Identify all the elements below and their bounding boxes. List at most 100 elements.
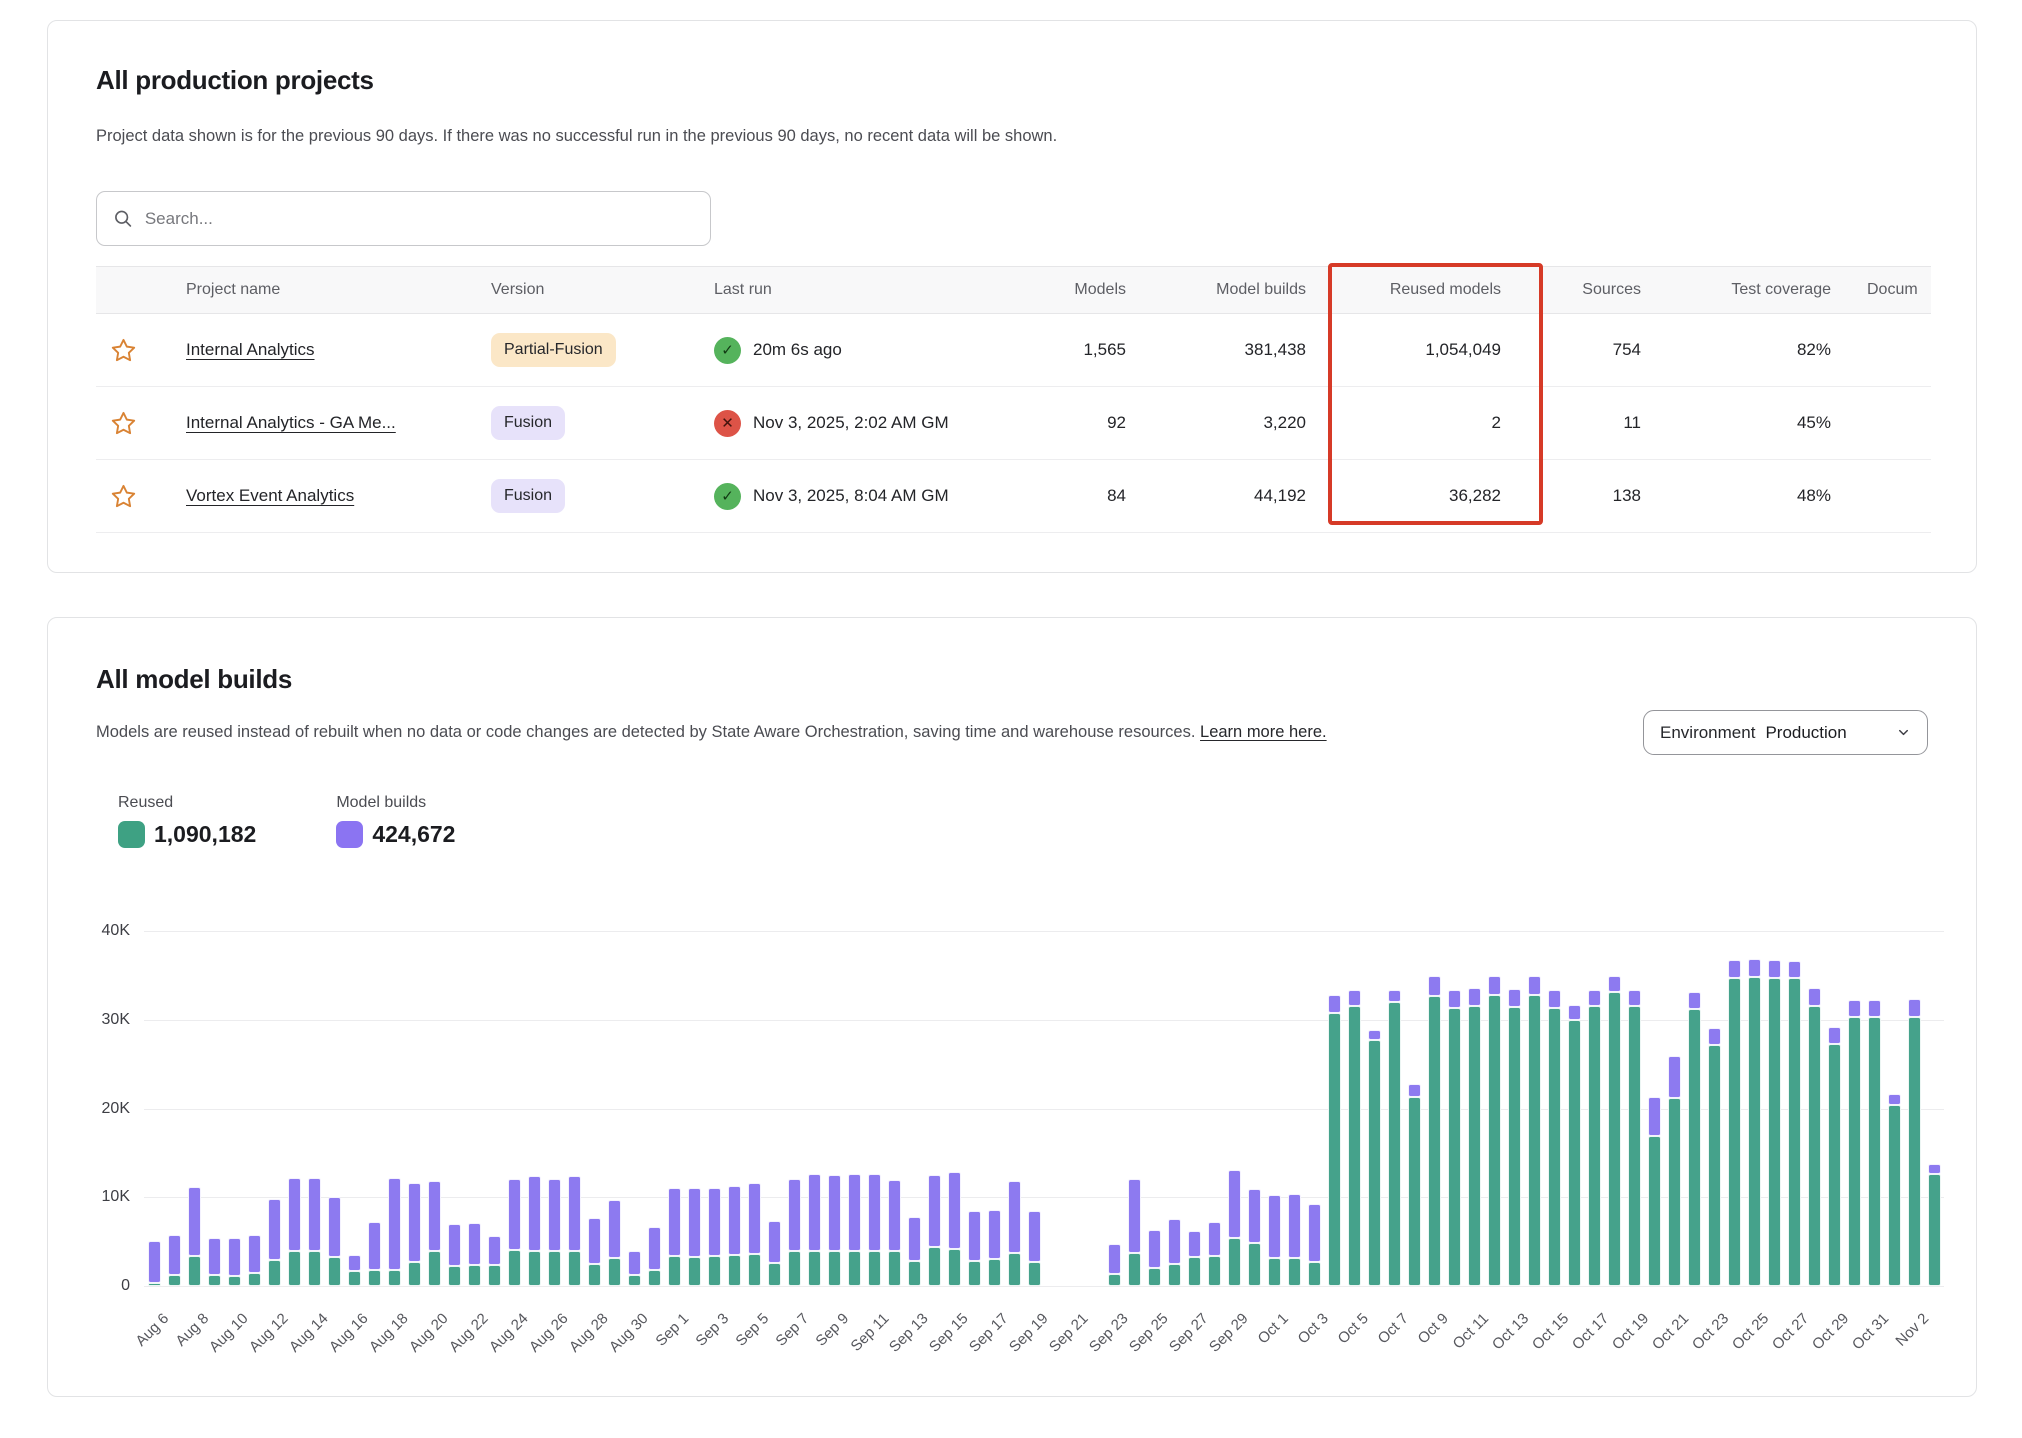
bar-model-builds [1928, 1164, 1941, 1174]
x-axis-tick: Sep 27 [1166, 1310, 1212, 1356]
bar-reused [1268, 1258, 1281, 1286]
bar-reused [1868, 1017, 1881, 1286]
sources-value: 138 [1501, 460, 1641, 532]
table-row[interactable]: Vortex Event AnalyticsFusion✓Nov 3, 2025… [96, 460, 1931, 533]
bar-model-builds [1188, 1231, 1201, 1257]
table-body: Internal AnalyticsPartial-Fusion✓20m 6s … [96, 314, 1931, 533]
favorite-star-button[interactable] [110, 337, 137, 364]
environment-select[interactable]: Environment Production [1643, 710, 1928, 755]
x-axis-tick: Sep 9 [812, 1310, 852, 1350]
learn-more-link[interactable]: Learn more here. [1200, 723, 1327, 741]
bar-model-builds [208, 1238, 221, 1275]
search-input[interactable] [145, 209, 694, 229]
y-axis-tick: 20K [70, 1100, 130, 1118]
bar-reused [848, 1251, 861, 1287]
x-axis-tick: Oct 23 [1689, 1310, 1732, 1353]
bar-model-builds [388, 1178, 401, 1270]
bar-model-builds [848, 1174, 861, 1250]
bar-model-builds [1608, 976, 1621, 992]
projects-card-subtitle: Project data shown is for the previous 9… [96, 127, 1057, 146]
bar-model-builds [148, 1241, 161, 1284]
bar-reused [1888, 1105, 1901, 1286]
bar-model-builds [788, 1179, 801, 1251]
chart-legend: Reused1,090,182 Model builds424,672 [118, 794, 455, 848]
legend-label: Model builds [336, 794, 455, 812]
bar-model-builds [888, 1180, 901, 1251]
bar-reused [608, 1258, 621, 1286]
bar-reused [1248, 1243, 1261, 1286]
bar-reused [388, 1270, 401, 1286]
search-box[interactable] [96, 191, 711, 246]
bar-reused [748, 1254, 761, 1286]
model-builds-value: 3,220 [1126, 387, 1306, 459]
bar-reused [728, 1255, 741, 1286]
bar-model-builds [1728, 960, 1741, 978]
legend-item-model-builds: Model builds424,672 [336, 794, 455, 848]
bar-reused [788, 1251, 801, 1287]
bar-model-builds [1468, 988, 1481, 1007]
project-name-link[interactable]: Vortex Event Analytics [186, 486, 354, 506]
bar-model-builds [1528, 976, 1541, 995]
bar-reused [1768, 978, 1781, 1286]
bar-reused [1188, 1257, 1201, 1286]
bar-reused [168, 1275, 181, 1286]
bar-model-builds [1568, 1005, 1581, 1020]
bar-reused [548, 1251, 561, 1286]
bar-reused [828, 1251, 841, 1286]
bar-model-builds [1148, 1230, 1161, 1268]
bar-model-builds [1448, 990, 1461, 1009]
sources-value: 754 [1501, 314, 1641, 386]
bar-model-builds [448, 1224, 461, 1267]
bar-model-builds [528, 1176, 541, 1251]
bar-model-builds [1388, 990, 1401, 1002]
success-check-icon: ✓ [714, 337, 741, 364]
table-row[interactable]: Internal Analytics - GA Me...Fusion✕Nov … [96, 387, 1931, 460]
sources-value: 11 [1501, 387, 1641, 459]
bar-model-builds [1708, 1028, 1721, 1045]
bar-model-builds [748, 1183, 761, 1254]
builds-card-title: All model builds [96, 664, 292, 695]
bar-reused [1008, 1253, 1021, 1286]
bar-model-builds [1008, 1181, 1021, 1253]
bar-model-builds [1248, 1189, 1261, 1243]
dashboard-page: All production projects Project data sho… [0, 0, 2022, 1438]
bar-model-builds [768, 1221, 781, 1263]
bar-model-builds [168, 1235, 181, 1275]
bar-model-builds [248, 1235, 261, 1273]
bar-model-builds [548, 1179, 561, 1252]
bar-reused [1328, 1013, 1341, 1286]
bar-model-builds [1828, 1027, 1841, 1044]
bar-reused [1588, 1006, 1601, 1286]
bar-model-builds [508, 1179, 521, 1250]
x-axis-tick: Sep 25 [1126, 1310, 1172, 1356]
bar-model-builds [1508, 989, 1521, 1008]
legend-item-reused: Reused1,090,182 [118, 794, 256, 848]
x-axis-tick: Sep 29 [1206, 1310, 1252, 1356]
bar-model-builds [1368, 1030, 1381, 1041]
x-axis-tick: Aug 28 [566, 1310, 612, 1356]
x-axis-tick: Oct 9 [1415, 1310, 1452, 1347]
x-axis-tick: Sep 17 [966, 1310, 1012, 1356]
bar-reused [1848, 1017, 1861, 1286]
search-icon [113, 208, 133, 229]
gridline: 0 [144, 1286, 1944, 1287]
x-axis-tick: Aug 16 [326, 1310, 372, 1356]
project-name-link[interactable]: Internal Analytics [186, 340, 315, 360]
bar-reused [668, 1256, 681, 1286]
success-check-icon: ✓ [714, 483, 741, 510]
bar-model-builds [1748, 959, 1761, 977]
bar-reused [428, 1251, 441, 1286]
x-axis-tick: Oct 31 [1849, 1310, 1892, 1353]
project-name-link[interactable]: Internal Analytics - GA Me... [186, 413, 396, 433]
bar-reused [808, 1251, 821, 1287]
bar-reused [688, 1257, 701, 1286]
bar-model-builds [1888, 1094, 1901, 1105]
favorite-star-button[interactable] [110, 483, 137, 510]
builds-card-subtitle: Models are reused instead of rebuilt whe… [96, 723, 1327, 742]
x-axis-tick: Aug 6 [132, 1310, 172, 1350]
table-row[interactable]: Internal AnalyticsPartial-Fusion✓20m 6s … [96, 314, 1931, 387]
reused-models-value: 1,054,049 [1306, 314, 1501, 386]
x-axis-tick: Sep 3 [692, 1310, 732, 1350]
bar-reused [1728, 978, 1741, 1286]
favorite-star-button[interactable] [110, 410, 137, 437]
